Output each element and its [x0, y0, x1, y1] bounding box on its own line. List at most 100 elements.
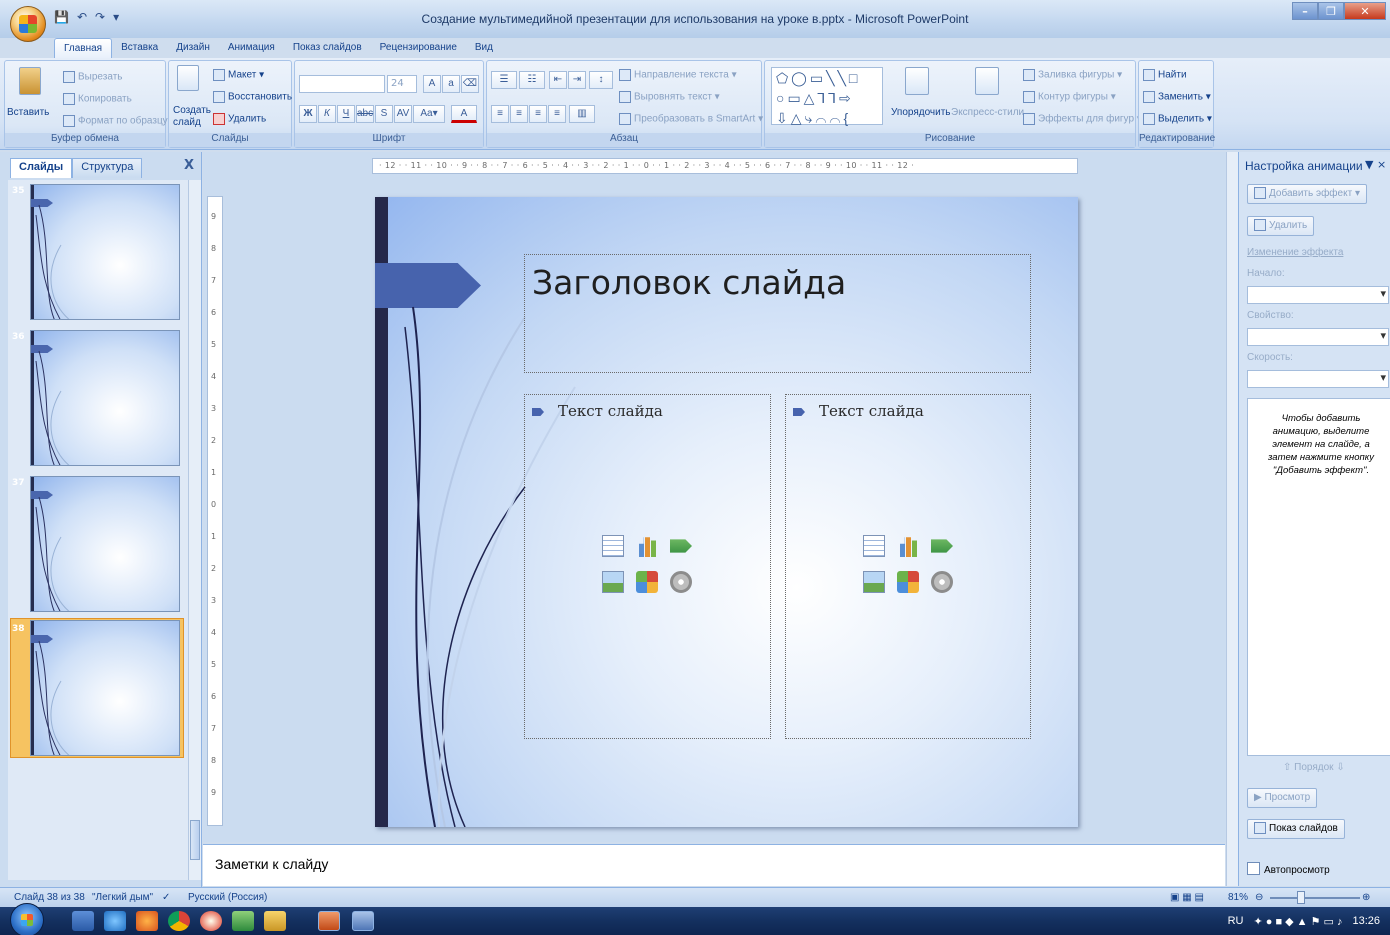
tab-outline[interactable]: Структура	[72, 158, 143, 178]
yandex-icon[interactable]	[200, 911, 222, 931]
keyboard-language[interactable]: RU	[1228, 915, 1244, 928]
line-spacing-button[interactable]: ↕	[589, 71, 613, 89]
chrome-icon[interactable]	[168, 911, 190, 931]
italic-button[interactable]: К	[318, 105, 336, 123]
pane-close-button[interactable]: X	[184, 158, 194, 173]
preview-button[interactable]: ▶ Просмотр	[1247, 788, 1318, 808]
insert-picture-icon[interactable]	[863, 571, 885, 593]
paste-icon[interactable]	[19, 67, 41, 95]
firefox-icon[interactable]	[136, 911, 158, 931]
tab-view[interactable]: Вид	[466, 38, 502, 58]
quick-styles-icon[interactable]	[975, 67, 999, 95]
font-color-button[interactable]: A	[451, 105, 477, 123]
close-button[interactable]: ✕	[1344, 2, 1386, 20]
insert-smartart-icon[interactable]	[670, 539, 692, 553]
explorer-icon[interactable]	[264, 911, 286, 931]
insert-table-icon[interactable]	[602, 535, 624, 557]
shape-outline-button[interactable]: Контур фигуры ▾	[1023, 91, 1116, 103]
add-effect-button[interactable]: Добавить эффект ▾	[1247, 184, 1367, 204]
convert-smartart-button[interactable]: Преобразовать в SmartArt ▾	[619, 113, 763, 125]
layout-button[interactable]: Макет ▾	[213, 69, 264, 81]
numbering-button[interactable]: ☷	[519, 71, 545, 89]
pane-options-icon[interactable]: ▼ ×	[1365, 158, 1386, 171]
tab-insert[interactable]: Вставка	[112, 38, 167, 58]
insert-clipart-icon[interactable]	[636, 571, 658, 593]
copy-button[interactable]: Копировать	[63, 93, 132, 105]
remove-effect-button[interactable]: Удалить	[1247, 216, 1315, 236]
animation-list[interactable]: Чтобы добавить анимацию, выделите элемен…	[1247, 398, 1390, 756]
insert-media-icon[interactable]	[931, 571, 953, 593]
reorder-control[interactable]: ⇧ Порядок ⇩	[1283, 762, 1345, 773]
spellcheck-icon[interactable]: ✓	[162, 892, 170, 903]
property-select[interactable]	[1247, 328, 1389, 346]
office-button[interactable]	[10, 6, 46, 42]
tab-slideshow[interactable]: Показ слайдов	[284, 38, 371, 58]
shape-effects-button[interactable]: Эффекты для фигур ▾	[1023, 113, 1142, 125]
insert-clipart-icon[interactable]	[897, 571, 919, 593]
slide-thumbnail-36[interactable]	[30, 330, 180, 466]
start-select[interactable]	[1247, 286, 1389, 304]
slide-thumbnail-35[interactable]	[30, 184, 180, 320]
change-case-button[interactable]: Aa▾	[413, 105, 445, 123]
insert-table-icon[interactable]	[863, 535, 885, 557]
shapes-gallery[interactable]: ⬠◯▭╲╲□ ○▭△⅂⅂⇨ ⇩△⤷⌒⌒{	[771, 67, 883, 126]
zoom-in-icon[interactable]: ⊕	[1362, 892, 1370, 903]
view-buttons[interactable]: ▣ ▦ ▤	[1170, 892, 1204, 903]
replace-button[interactable]: Заменить ▾	[1143, 91, 1211, 103]
paste-button[interactable]: Вставить	[7, 107, 49, 118]
shrink-font-button[interactable]: a	[442, 75, 460, 93]
reset-button[interactable]: Восстановить	[213, 91, 292, 103]
char-spacing-button[interactable]: AV	[394, 105, 412, 123]
delete-slide-button[interactable]: Удалить	[213, 113, 266, 125]
align-text-button[interactable]: Выровнять текст ▾	[619, 91, 720, 103]
tab-slides[interactable]: Слайды	[10, 158, 73, 178]
powerpoint-taskbar-icon[interactable]	[318, 911, 340, 931]
slide-scrollbar[interactable]	[1226, 152, 1238, 886]
scrollbar-thumb[interactable]	[190, 820, 200, 860]
justify-button[interactable]: ≡	[548, 105, 566, 123]
cut-button[interactable]: Вырезать	[63, 71, 122, 83]
maximize-button[interactable]: ❐	[1318, 2, 1344, 20]
zoom-level[interactable]: 81%	[1228, 892, 1248, 903]
increase-indent-button[interactable]: ⇥	[568, 71, 586, 89]
tab-review[interactable]: Рецензирование	[371, 38, 466, 58]
speed-select[interactable]	[1247, 370, 1389, 388]
find-button[interactable]: Найти	[1143, 69, 1187, 81]
quick-styles-button[interactable]: Экспресс-стили	[951, 107, 1024, 118]
autopreview-checkbox[interactable]: Автопросмотр	[1247, 862, 1330, 876]
new-slide-button[interactable]: Создать слайд	[173, 105, 213, 129]
clock[interactable]: 13:26	[1352, 915, 1380, 928]
insert-picture-icon[interactable]	[602, 571, 624, 593]
notes-placeholder[interactable]: Заметки к слайду	[215, 856, 328, 872]
shadow-button[interactable]: S	[375, 105, 393, 123]
arrange-icon[interactable]	[905, 67, 929, 95]
slide-title[interactable]: Заголовок слайда	[532, 263, 846, 302]
tab-animation[interactable]: Анимация	[219, 38, 284, 58]
tab-home[interactable]: Главная	[54, 38, 113, 58]
font-name-input[interactable]	[299, 75, 385, 93]
insert-chart-icon[interactable]	[897, 537, 919, 557]
text-direction-button[interactable]: Направление текста ▾	[619, 69, 737, 81]
presentation-window-icon[interactable]	[352, 911, 374, 931]
bullets-button[interactable]: ☰	[491, 71, 517, 89]
thumbnail-scrollbar[interactable]	[188, 180, 201, 880]
clear-format-button[interactable]: ⌫	[461, 75, 479, 93]
insert-chart-icon[interactable]	[636, 537, 658, 557]
insert-media-icon[interactable]	[670, 571, 692, 593]
media-player-icon[interactable]	[72, 911, 94, 931]
columns-button[interactable]: ▥	[569, 105, 595, 123]
slide-thumbnail-37[interactable]	[30, 476, 180, 612]
notes-pane[interactable]: Заметки к слайду	[203, 844, 1225, 886]
slideshow-button[interactable]: Показ слайдов	[1247, 819, 1345, 839]
insert-smartart-icon[interactable]	[931, 539, 953, 553]
decrease-indent-button[interactable]: ⇤	[549, 71, 567, 89]
slide-thumbnail-38[interactable]	[30, 620, 180, 756]
zoom-slider-knob[interactable]	[1297, 891, 1305, 904]
shape-fill-button[interactable]: Заливка фигуры ▾	[1023, 69, 1122, 81]
bullet-left[interactable]: Текст слайда	[532, 402, 663, 420]
align-left-button[interactable]: ≡	[491, 105, 509, 123]
tab-design[interactable]: Дизайн	[167, 38, 219, 58]
bullet-right[interactable]: Текст слайда	[793, 402, 924, 420]
ie-icon[interactable]	[104, 911, 126, 931]
zoom-slider[interactable]	[1270, 897, 1360, 899]
